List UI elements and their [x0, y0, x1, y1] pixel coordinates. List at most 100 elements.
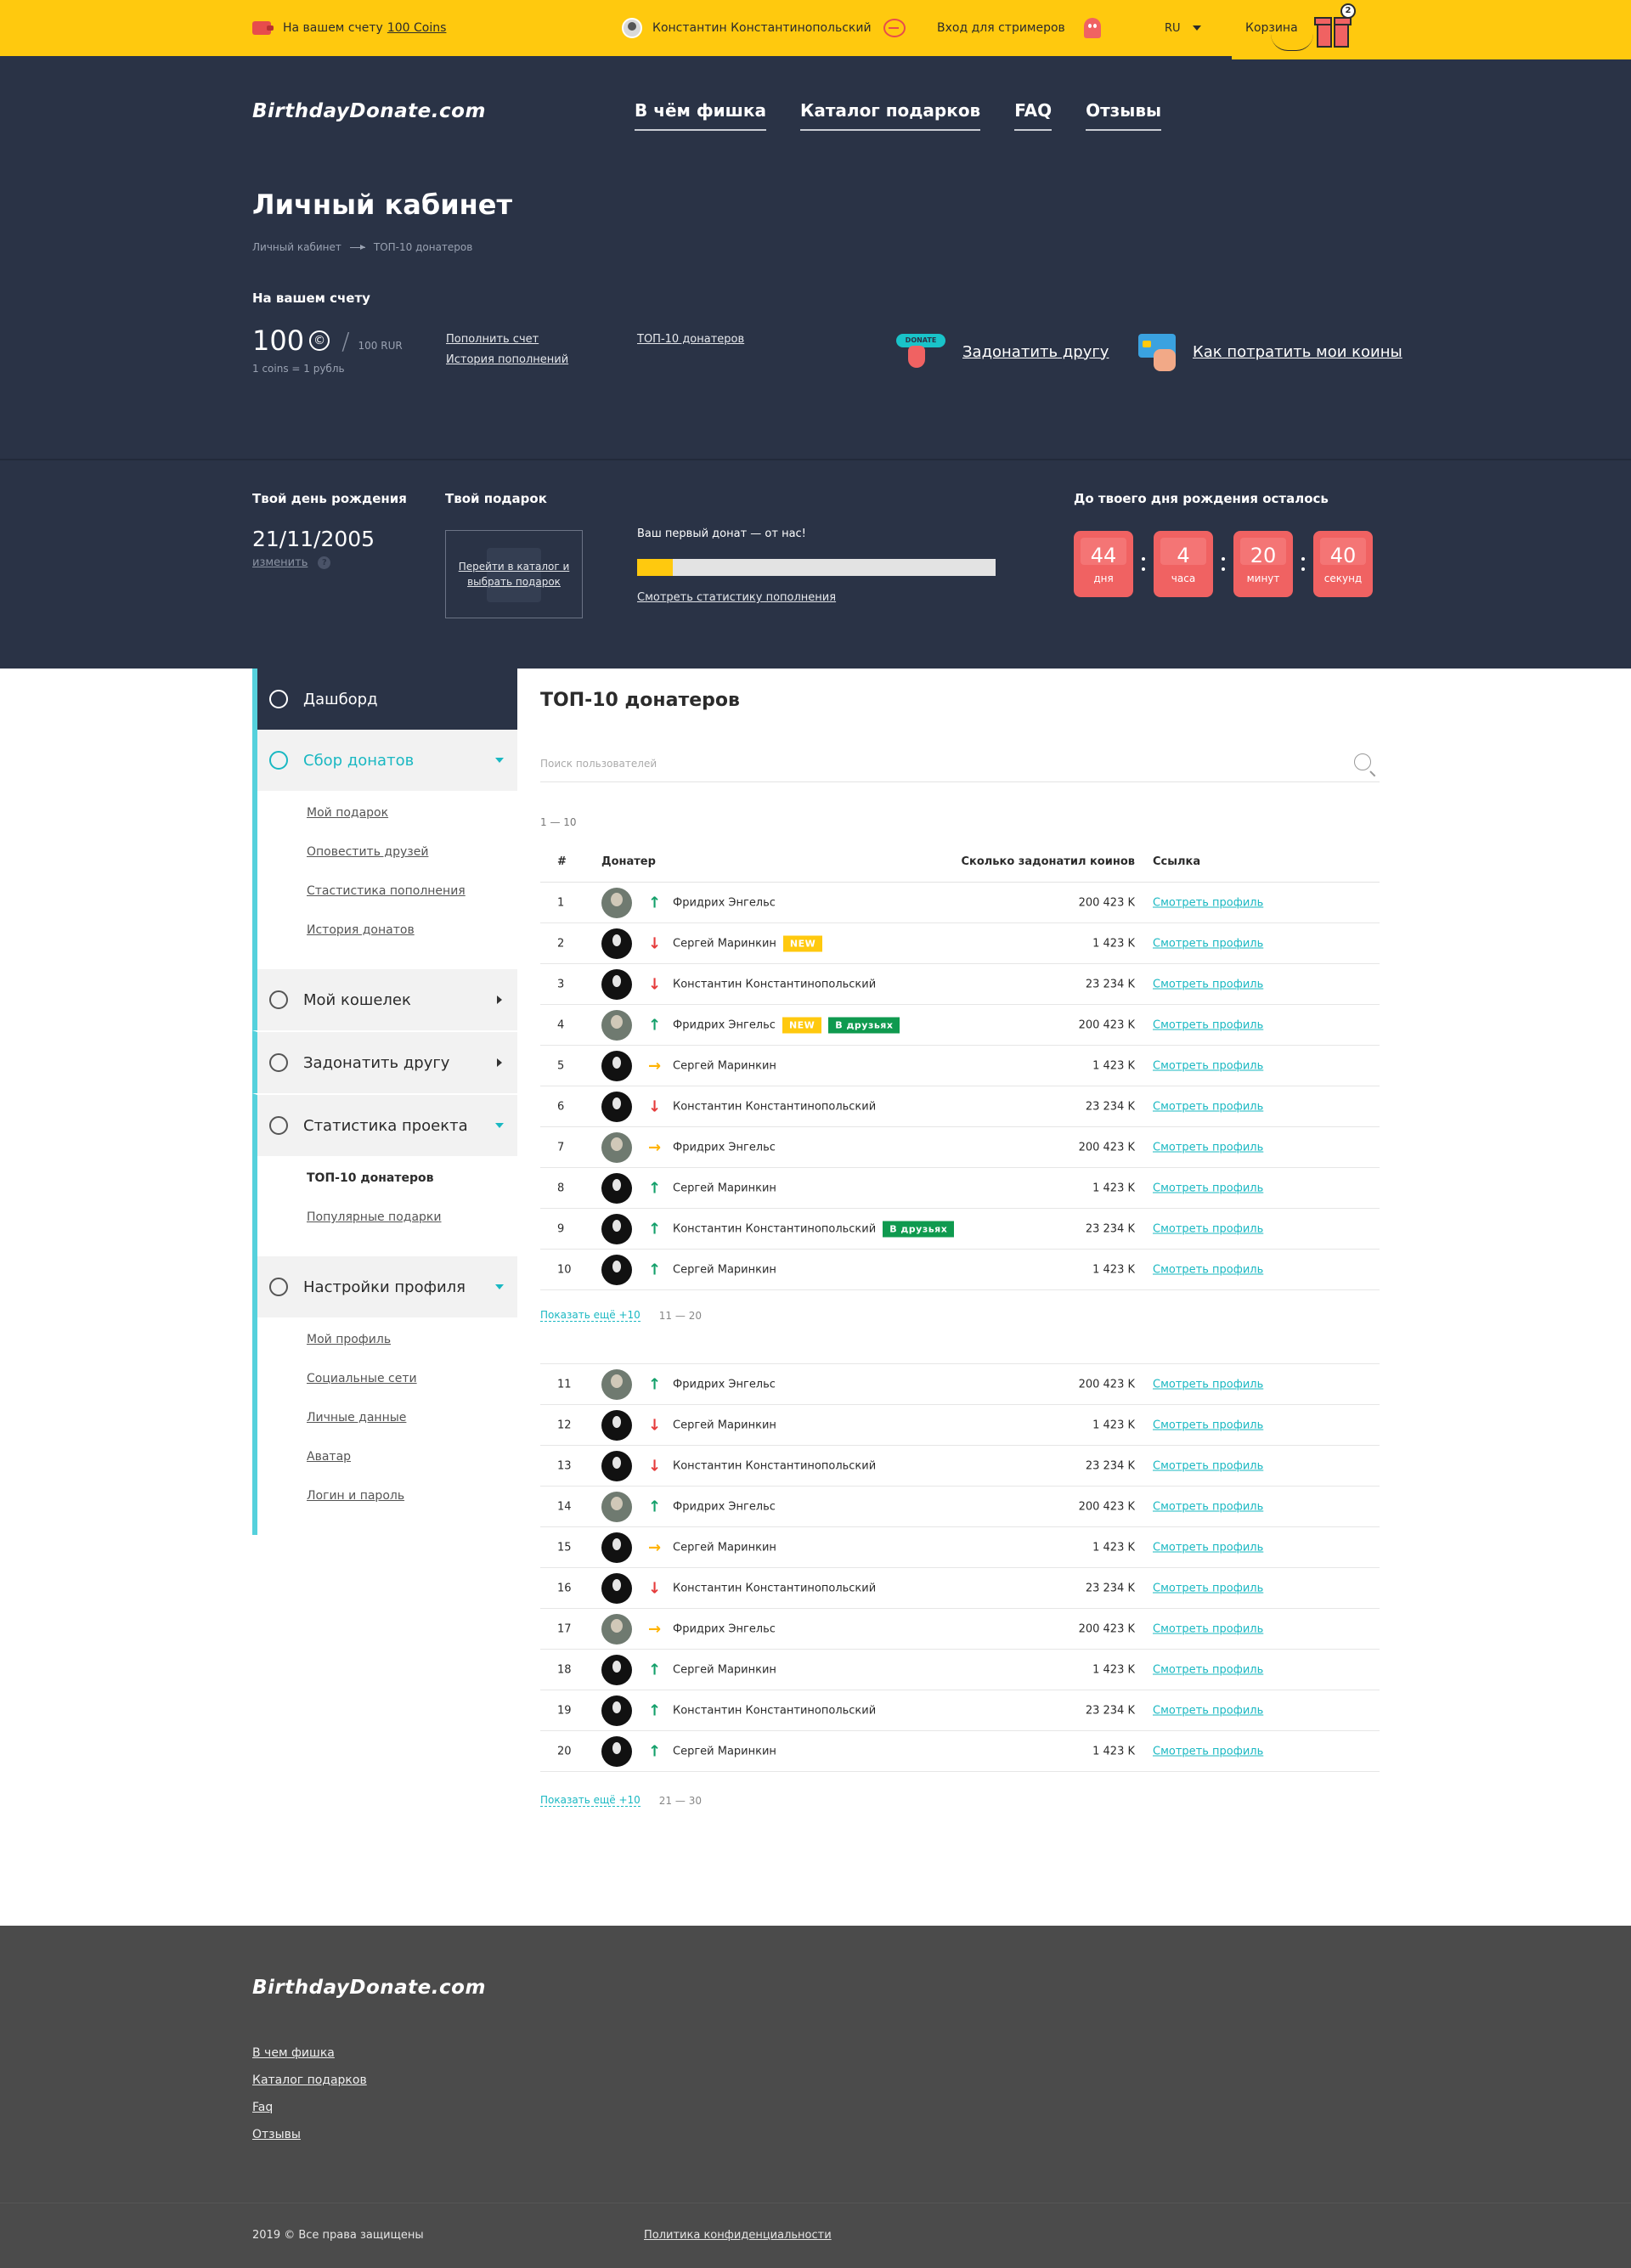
view-profile-link[interactable]: Смотреть профиль: [1153, 1018, 1263, 1031]
view-profile-link[interactable]: Смотреть профиль: [1153, 1182, 1263, 1194]
view-profile-link[interactable]: Смотреть профиль: [1153, 1582, 1263, 1594]
sidebar-item-stats[interactable]: Статистика проекта: [257, 1095, 517, 1156]
nav-catalog[interactable]: Каталог подарков: [799, 100, 981, 131]
help-icon[interactable]: ?: [318, 556, 331, 569]
birthday-change-link[interactable]: изменить: [252, 556, 308, 569]
rank: 10: [557, 1263, 572, 1276]
view-profile-link[interactable]: Смотреть профиль: [1153, 1419, 1263, 1431]
spend-coins-link[interactable]: Как потратить мои коины: [1138, 334, 1402, 371]
sidebar-link-login-password[interactable]: Логин и пароль: [307, 1489, 517, 1503]
top10-link[interactable]: ТОП-10 донатеров: [637, 333, 744, 346]
view-profile-link[interactable]: Смотреть профиль: [1153, 896, 1263, 909]
sidebar-dashboard[interactable]: Дашборд: [252, 669, 517, 730]
gift-placeholder[interactable]: Перейти в каталог и выбрать подарок: [445, 530, 583, 618]
avatar[interactable]: [601, 1532, 632, 1563]
view-profile-link[interactable]: Смотреть профиль: [1153, 1500, 1263, 1513]
sidebar-link-social[interactable]: Социальные сети: [307, 1372, 517, 1385]
sidebar-link-donation-history[interactable]: История донатов: [307, 923, 517, 937]
breadcrumb-home[interactable]: Личный кабинет: [252, 241, 341, 253]
user-menu[interactable]: Константин Константинопольский: [622, 0, 906, 56]
avatar[interactable]: [601, 1254, 632, 1285]
avatar[interactable]: [601, 928, 632, 959]
view-profile-link[interactable]: Смотреть профиль: [1153, 1222, 1263, 1235]
table-row: 4 ↑ Фридрих Энгельс NEW В друзьях 200 423 K См…: [540, 1005, 1380, 1046]
streamers-login[interactable]: Вход для стримеров: [937, 0, 1101, 56]
topup-link[interactable]: Пополнить счет: [446, 333, 539, 346]
sidebar-wallet[interactable]: Мой кошелек: [252, 969, 517, 1030]
view-profile-link[interactable]: Смотреть профиль: [1153, 978, 1263, 990]
view-profile-link[interactable]: Смотреть профиль: [1153, 1622, 1263, 1635]
topup-history-link[interactable]: История пополнений: [446, 353, 568, 366]
cart-link[interactable]: Корзина: [1245, 0, 1313, 56]
sidebar-item-donate[interactable]: Задонатить другу: [303, 1054, 449, 1072]
avatar[interactable]: [601, 1450, 632, 1481]
sidebar-item-wallet[interactable]: Мой кошелек: [303, 991, 411, 1009]
donate-friend-link[interactable]: DONATE Задонатить другу: [896, 334, 1109, 370]
nav-reviews[interactable]: Отзывы: [1086, 100, 1162, 131]
footer-link-faq[interactable]: Faq: [252, 2101, 367, 2114]
view-profile-link[interactable]: Смотреть профиль: [1153, 1141, 1263, 1154]
spend-coins-label[interactable]: Как потратить мои коины: [1193, 343, 1402, 361]
avatar[interactable]: [601, 1131, 632, 1163]
view-profile-link[interactable]: Смотреть профиль: [1153, 1704, 1263, 1717]
sidebar-item-collect[interactable]: Сбор донатов: [257, 730, 517, 791]
sidebar-link-my-gift[interactable]: Мой подарок: [307, 806, 517, 820]
privacy-link[interactable]: Политика конфиденциальности: [644, 2229, 832, 2242]
search-icon[interactable]: [1354, 753, 1371, 770]
avatar[interactable]: [601, 1368, 632, 1400]
avatar[interactable]: [601, 1213, 632, 1244]
view-profile-link[interactable]: Смотреть профиль: [1153, 1663, 1263, 1676]
avatar[interactable]: [601, 1050, 632, 1081]
footer-link-reviews[interactable]: Отзывы: [252, 2128, 367, 2141]
cart-gift-icon[interactable]: 2: [1313, 3, 1356, 49]
show-more-button[interactable]: Показать ещё +10: [540, 1794, 641, 1807]
avatar[interactable]: [601, 1572, 632, 1604]
site-logo[interactable]: BirthdayDonate.com: [252, 100, 486, 122]
table-row: 8 ↑ Сергей Маринкин 1 423 K Смотреть профиль: [540, 1168, 1380, 1209]
avatar[interactable]: [601, 968, 632, 1000]
balance-coins-link[interactable]: 100 Coins: [387, 21, 447, 35]
sidebar-item-dashboard[interactable]: Дашборд: [303, 691, 378, 708]
footer-logo[interactable]: BirthdayDonate.com: [252, 1977, 486, 1999]
nav-faq[interactable]: FAQ: [1014, 100, 1053, 131]
donate-friend-label[interactable]: Задонатить другу: [962, 343, 1109, 361]
view-profile-link[interactable]: Смотреть профиль: [1153, 1263, 1263, 1276]
avatar[interactable]: [601, 887, 632, 918]
sidebar-link-personal-data[interactable]: Личные данные: [307, 1411, 517, 1425]
view-profile-link[interactable]: Смотреть профиль: [1153, 1059, 1263, 1072]
view-profile-link[interactable]: Смотреть профиль: [1153, 1541, 1263, 1554]
show-more-button[interactable]: Показать ещё +10: [540, 1309, 641, 1322]
avatar[interactable]: [601, 1491, 632, 1522]
nav-features[interactable]: В чём фишка: [635, 100, 766, 131]
footer-link-catalog[interactable]: Каталог подарков: [252, 2073, 367, 2087]
gift-catalog-link[interactable]: Перейти в каталог и выбрать подарок: [446, 559, 582, 590]
topup-stats-link[interactable]: Смотреть статистику пополнения: [637, 591, 836, 604]
new-badge: NEW: [782, 935, 823, 951]
logout-icon[interactable]: [883, 19, 906, 37]
view-profile-link[interactable]: Смотреть профиль: [1153, 937, 1263, 950]
sidebar-donate[interactable]: Задонатить другу: [252, 1030, 517, 1093]
avatar[interactable]: [601, 1735, 632, 1767]
footer-link-features[interactable]: В чем фишка: [252, 2046, 367, 2060]
sidebar-link-popular-gifts[interactable]: Популярные подарки: [307, 1210, 517, 1224]
sidebar-link-avatar[interactable]: Аватар: [307, 1450, 517, 1464]
sidebar-link-topup-stats[interactable]: Стастистика пополнения: [307, 884, 517, 898]
view-profile-link[interactable]: Смотреть профиль: [1153, 1745, 1263, 1757]
avatar[interactable]: [601, 1009, 632, 1041]
avatar[interactable]: [601, 1695, 632, 1726]
avatar[interactable]: [601, 1654, 632, 1685]
sidebar-link-notify-friends[interactable]: Оповестить друзей: [307, 845, 517, 859]
search-input[interactable]: Поиск пользователей: [540, 745, 1380, 782]
avatar[interactable]: [601, 1091, 632, 1122]
view-profile-link[interactable]: Смотреть профиль: [1153, 1378, 1263, 1391]
sidebar-link-my-profile[interactable]: Мой профиль: [307, 1333, 517, 1346]
view-profile-link[interactable]: Смотреть профиль: [1153, 1459, 1263, 1472]
sidebar-link-top10[interactable]: ТОП-10 донатеров: [307, 1171, 517, 1185]
avatar[interactable]: [601, 1613, 632, 1645]
avatar[interactable]: [601, 1172, 632, 1204]
sidebar-item-settings[interactable]: Настройки профиля: [257, 1256, 517, 1317]
language-select[interactable]: RU: [1165, 0, 1201, 56]
view-profile-link[interactable]: Смотреть профиль: [1153, 1100, 1263, 1113]
avatar[interactable]: [601, 1409, 632, 1441]
arrow-up-icon: ↑: [648, 1701, 662, 1719]
